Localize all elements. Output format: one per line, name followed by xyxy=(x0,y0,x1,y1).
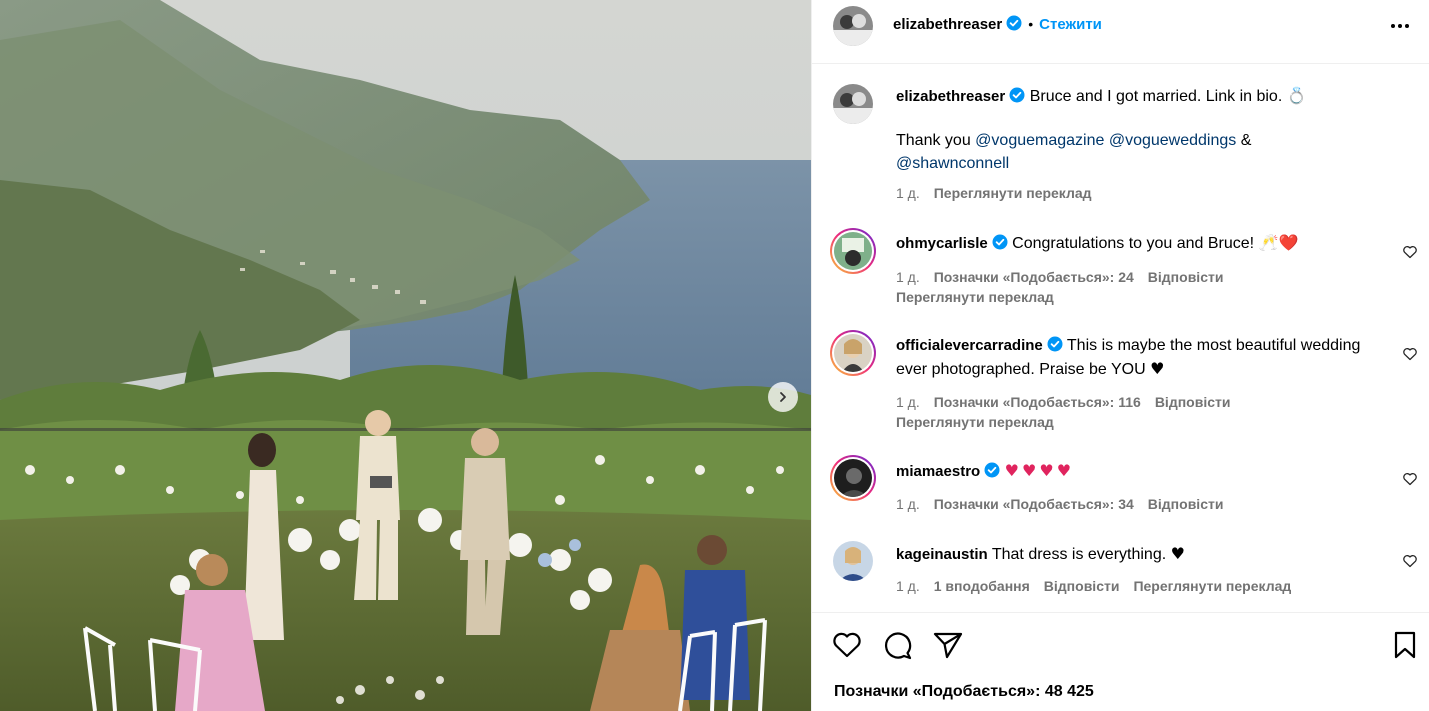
commenter-avatar[interactable] xyxy=(833,541,873,581)
comment-likes[interactable]: Позначки «Подобається»: 34 xyxy=(934,496,1134,512)
post-header: elizabethreaser • Стежити xyxy=(812,0,1429,64)
caption-avatar[interactable] xyxy=(833,84,873,124)
caption-username[interactable]: elizabethreaser xyxy=(896,88,1005,105)
reply-button[interactable]: Відповісти xyxy=(1044,578,1120,594)
follow-button[interactable]: Стежити xyxy=(1039,16,1102,33)
caption-ampersand: & xyxy=(1240,132,1252,149)
translate-link[interactable]: Переглянути переклад xyxy=(1133,578,1291,594)
caption-thanks: Thank you xyxy=(896,132,971,149)
verified-badge-icon xyxy=(1009,87,1025,103)
comment-meta: 1 д. Позначки «Подобається»: 116 Відповіст… xyxy=(896,394,1244,410)
comment-meta: 1 д. Позначки «Подобається»: 34 Відповісти xyxy=(896,496,1237,512)
author-avatar[interactable] xyxy=(833,6,873,46)
chevron-right-icon xyxy=(780,392,786,402)
like-heart-icon[interactable] xyxy=(1402,244,1418,260)
author-username[interactable]: elizabethreaser xyxy=(893,16,1002,33)
comment-body: That dress is everything. xyxy=(991,546,1167,563)
comment-time[interactable]: 1 д. xyxy=(896,578,920,594)
avatar-image xyxy=(833,541,873,581)
comment-body: ♥♥♥♥ xyxy=(1004,461,1075,480)
reply-button[interactable]: Відповісти xyxy=(1148,269,1224,285)
like-heart-icon[interactable] xyxy=(1402,346,1418,362)
wedding-photo-image xyxy=(0,0,811,711)
black-heart-emoji: ♥ xyxy=(1150,359,1165,378)
caption-text: elizabethreaser Bruce and I got married.… xyxy=(896,85,1366,108)
post-side-panel: elizabethreaser • Стежити elizabethreaser … xyxy=(811,0,1429,711)
caption-time[interactable]: 1 д. xyxy=(896,185,920,201)
comment-username[interactable]: miamaestro xyxy=(896,463,980,480)
avatar-image xyxy=(834,334,872,372)
comment-time[interactable]: 1 д. xyxy=(896,269,920,285)
avatar-image xyxy=(833,84,873,124)
like-heart-icon[interactable] xyxy=(832,631,862,659)
verified-badge-icon xyxy=(992,234,1008,250)
avatar-image xyxy=(834,232,872,270)
comment-text: officialevercarradine This is maybe the … xyxy=(896,334,1366,381)
post-photo[interactable] xyxy=(0,0,811,711)
mention-link[interactable]: @voguemagazine xyxy=(975,132,1104,149)
translate-link[interactable]: Переглянути переклад xyxy=(896,414,1054,430)
comment-username[interactable]: officialevercarradine xyxy=(896,337,1043,354)
mention-link[interactable]: @shawnconnell xyxy=(896,155,1009,172)
post-actions: Позначки «Подобається»: 48 425 xyxy=(812,612,1429,711)
story-ring[interactable] xyxy=(830,228,876,274)
comment-text: miamaestro ♥♥♥♥ xyxy=(896,459,1366,483)
caption-translate-link[interactable]: Переглянути переклад xyxy=(934,185,1092,201)
share-send-icon[interactable] xyxy=(933,631,963,659)
caption-meta: 1 д. Переглянути переклад xyxy=(896,185,1106,201)
story-ring[interactable] xyxy=(830,330,876,376)
comment-meta: 1 д. Позначки «Подобається»: 24 Відповісти xyxy=(896,269,1237,285)
more-horizontal-icon xyxy=(1391,24,1409,28)
comment-text: ohmycarlisle Congratulations to you and … xyxy=(896,232,1366,255)
comment-body: Congratulations to you and Bruce! 🥂❤️ xyxy=(1012,235,1299,252)
comment-text: kageinaustin That dress is everything. ♥ xyxy=(896,542,1366,566)
comment-likes[interactable]: Позначки «Подобається»: 116 xyxy=(934,394,1141,410)
like-heart-icon[interactable] xyxy=(1402,471,1418,487)
caption-line1: Bruce and I got married. Link in bio. 💍 xyxy=(1029,88,1307,105)
mention-link[interactable]: @vogueweddings xyxy=(1109,132,1236,149)
comment-likes[interactable]: 1 вподобання xyxy=(934,578,1030,594)
black-heart-emoji: ♥ xyxy=(1170,544,1185,563)
verified-badge-icon xyxy=(1006,15,1022,31)
likes-count[interactable]: Позначки «Подобається»: 48 425 xyxy=(834,683,1094,701)
carousel-next-button[interactable] xyxy=(768,382,798,412)
reply-button[interactable]: Відповісти xyxy=(1155,394,1231,410)
avatar-image xyxy=(833,6,873,46)
comments-list[interactable]: elizabethreaser Bruce and I got married.… xyxy=(812,64,1429,612)
comment-username[interactable]: ohmycarlisle xyxy=(896,235,988,252)
comment-time[interactable]: 1 д. xyxy=(896,394,920,410)
reply-button[interactable]: Відповісти xyxy=(1148,496,1224,512)
comment-bubble-icon[interactable] xyxy=(883,631,913,661)
avatar-image xyxy=(834,459,872,497)
like-heart-icon[interactable] xyxy=(1402,553,1418,569)
translate-link[interactable]: Переглянути переклад xyxy=(896,289,1054,305)
bookmark-save-icon[interactable] xyxy=(1393,631,1417,659)
comment-time[interactable]: 1 д. xyxy=(896,496,920,512)
separator-dot: • xyxy=(1028,16,1034,32)
verified-badge-icon xyxy=(984,462,1000,478)
comment-username[interactable]: kageinaustin xyxy=(896,546,988,563)
more-options-button[interactable] xyxy=(1388,17,1412,35)
comment-meta: 1 д. 1 вподобання Відповісти Переглянути пе… xyxy=(896,578,1305,594)
caption-thanks-line: Thank you @voguemagazine @vogueweddings … xyxy=(896,129,1366,175)
verified-badge-icon xyxy=(1047,336,1063,352)
comment-likes[interactable]: Позначки «Подобається»: 24 xyxy=(934,269,1134,285)
story-ring[interactable] xyxy=(830,455,876,501)
